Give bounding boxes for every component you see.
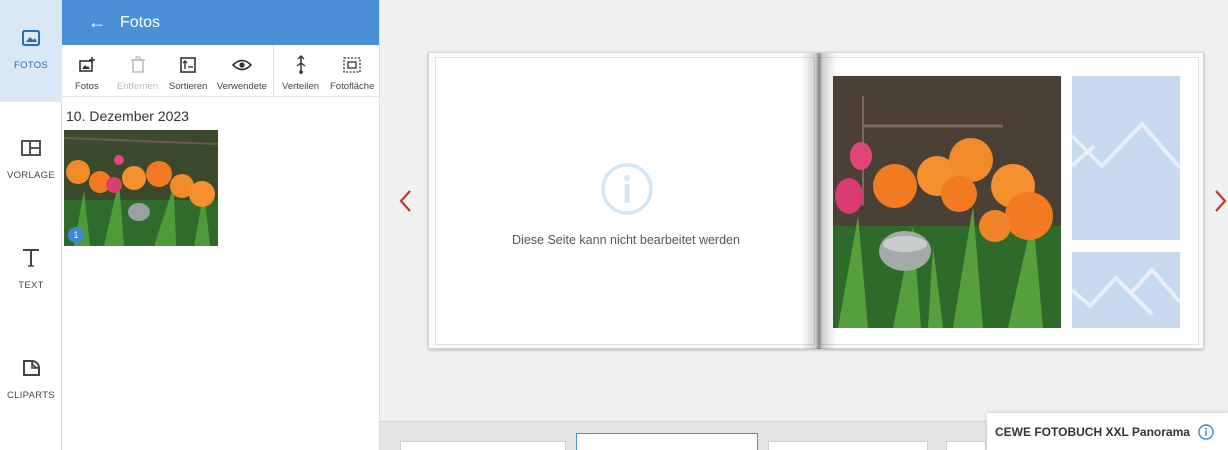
- sort-icon: [178, 55, 198, 75]
- tool-label: Fotofläche: [330, 81, 375, 92]
- empty-photo-slot[interactable]: [1072, 76, 1180, 240]
- toolbar-divider: [272, 45, 274, 96]
- next-page-arrow[interactable]: [1212, 188, 1228, 214]
- placed-photo[interactable]: [833, 76, 1061, 328]
- chevron-left-icon: [399, 190, 411, 212]
- trash-icon: [128, 55, 148, 75]
- rail-label: TEXT: [18, 280, 44, 291]
- back-arrow-icon[interactable]: ←: [88, 12, 106, 33]
- empty-photo-slot[interactable]: [1072, 252, 1180, 328]
- add-photos-button[interactable]: Fotos: [62, 45, 112, 96]
- tool-label: Verwendete: [216, 81, 267, 92]
- previous-page-arrow[interactable]: [396, 188, 416, 214]
- image-icon: [19, 26, 43, 50]
- rail-label: VORLAGE: [6, 170, 56, 181]
- tool-label: Fotos: [74, 81, 99, 92]
- usage-count-badge: 1: [68, 227, 84, 243]
- tulip-photo: [833, 76, 1061, 328]
- chevron-right-icon: [1215, 190, 1227, 212]
- date-group-heading: 10. Dezember 2023: [66, 108, 189, 124]
- eye-icon: [231, 55, 252, 75]
- photo-panel: ← Fotos Fotos Entfernen Sortieren Verwen…: [62, 0, 380, 450]
- photo-area-icon: [342, 55, 362, 75]
- rail-item-cliparts[interactable]: CLIPARTS: [0, 330, 62, 432]
- rail-item-fotos[interactable]: FOTOS: [0, 0, 62, 102]
- rail-item-vorlage[interactable]: VORLAGE: [0, 110, 62, 212]
- tool-label: Verteilen: [282, 81, 319, 92]
- left-rail: FOTOS VORLAGE TEXT CLIPARTS: [0, 0, 62, 450]
- product-name: CEWE FOTOBUCH XXL Panorama: [995, 424, 1190, 439]
- not-editable-message: Diese Seite kann nicht bearbeitet werden: [512, 233, 740, 247]
- photo-toolbar: Fotos Entfernen Sortieren Verwendete Ver…: [62, 45, 379, 97]
- rail-label: FOTOS: [13, 60, 49, 71]
- right-page: [819, 57, 1199, 345]
- placeholder-image-icon: [1072, 266, 1180, 316]
- layout-icon: [19, 136, 43, 160]
- page-thumbnail[interactable]: [576, 433, 758, 450]
- text-icon: [19, 246, 43, 270]
- remove-button[interactable]: Entfernen: [112, 45, 164, 96]
- rail-item-text[interactable]: TEXT: [0, 220, 62, 322]
- clipart-icon: [19, 356, 43, 380]
- page-thumbnail[interactable]: [946, 441, 986, 450]
- photo-area-button[interactable]: Fotofläche: [325, 45, 379, 96]
- panel-title: Fotos: [120, 13, 161, 31]
- placeholder-image-icon: [1072, 121, 1180, 170]
- info-icon: [601, 163, 653, 215]
- page-thumbnail[interactable]: [400, 441, 566, 450]
- photo-thumbnail[interactable]: 1: [64, 130, 218, 246]
- photobook-spread: Diese Seite kann nicht bearbeitet werden: [428, 52, 1204, 349]
- panel-header: ← Fotos: [62, 0, 379, 45]
- add-photo-icon: [77, 55, 97, 75]
- rail-label: CLIPARTS: [7, 390, 55, 401]
- page-thumbnail[interactable]: [768, 441, 928, 450]
- left-page: Diese Seite kann nicht bearbeitet werden: [435, 57, 815, 345]
- product-info-icon[interactable]: [1198, 423, 1214, 440]
- product-info-bar: CEWE FOTOBUCH XXL Panorama: [987, 413, 1228, 450]
- distribute-icon: [291, 55, 311, 75]
- used-photos-button[interactable]: Verwendete: [213, 45, 271, 96]
- tool-label: Entfernen: [116, 81, 159, 92]
- tool-label: Sortieren: [168, 81, 208, 92]
- sort-button[interactable]: Sortieren: [163, 45, 213, 96]
- tulip-photo: [64, 130, 218, 246]
- distribute-button[interactable]: Verteilen: [276, 45, 326, 96]
